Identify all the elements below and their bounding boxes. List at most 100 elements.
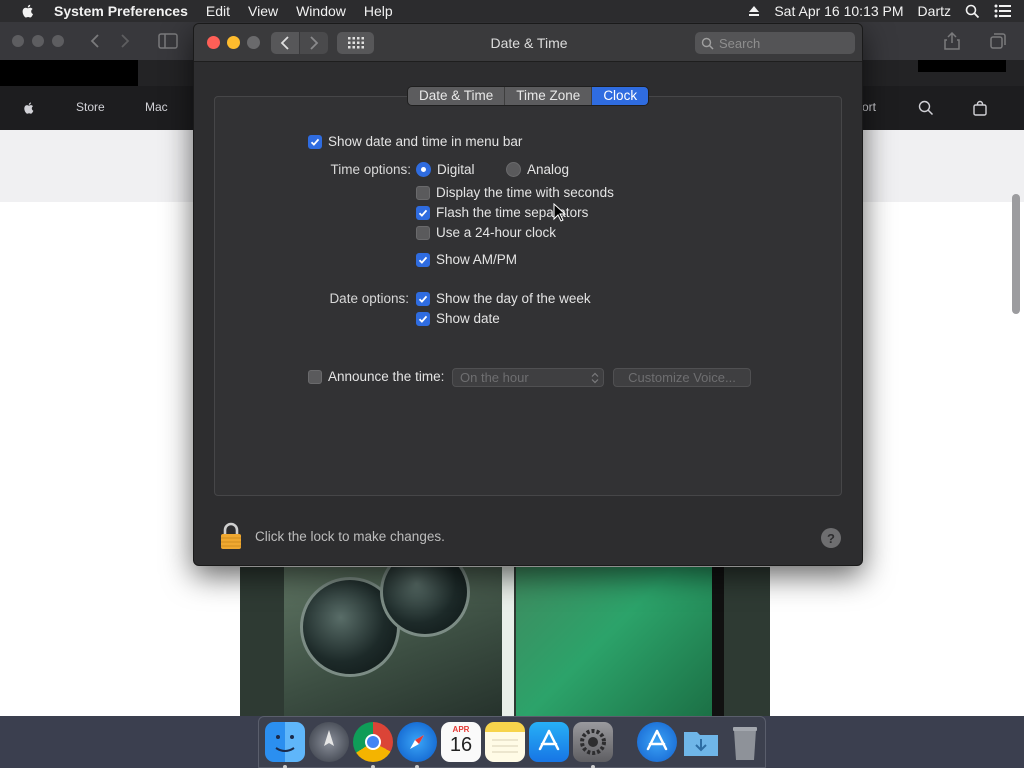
menu-view[interactable]: View [248,3,278,19]
nav-store-link[interactable]: Store [76,100,105,114]
app-store-icon[interactable] [529,722,569,762]
browser-back-icon[interactable] [86,32,106,50]
chevron-left-icon [280,36,289,50]
applications-folder-icon[interactable] [637,722,677,762]
lock-row[interactable]: Click the lock to make changes. [219,522,445,550]
screen-panel [516,567,712,724]
announce-time-option[interactable]: Announce the time: [308,369,444,384]
show-date-checkbox[interactable] [416,311,430,326]
show-all-button[interactable] [337,32,374,54]
nav-search-icon[interactable] [918,100,934,116]
downloads-folder-icon[interactable] [681,722,721,762]
lock-icon[interactable] [219,522,243,550]
time-options-label: Time options: [330,162,411,177]
hour24-option[interactable]: Use a 24-hour clock [416,225,556,240]
calendar-icon[interactable]: APR 16 [441,722,481,762]
tab-date-time[interactable]: Date & Time [408,87,506,105]
digital-label: Digital [437,162,475,177]
seconds-option[interactable]: Display the time with seconds [416,185,614,200]
announce-interval-value: On the hour [460,370,529,385]
checkmark-icon [418,256,428,264]
menu-edit[interactable]: Edit [206,3,230,19]
spotlight-search-icon[interactable] [965,4,980,19]
tab-time-zone[interactable]: Time Zone [505,87,593,105]
launchpad-icon[interactable] [309,722,349,762]
seconds-checkbox[interactable] [416,185,430,200]
apple-menu-icon[interactable] [20,3,36,19]
calendar-day: 16 [449,734,473,756]
show-ampm-label: Show AM/PM [436,252,518,267]
show-date-option[interactable]: Show date [416,311,500,326]
menu-window[interactable]: Window [296,3,346,19]
day-of-week-checkbox[interactable] [416,291,430,306]
show-date-label: Show date [436,311,500,326]
menu-help[interactable]: Help [364,3,393,19]
trash-icon[interactable] [725,722,765,762]
flash-separators-checkbox[interactable] [416,205,430,220]
menubar-clock[interactable]: Sat Apr 16 10:13 PM [774,3,903,19]
show-in-menu-bar-label: Show date and time in menu bar [328,134,523,149]
chevron-right-icon [310,36,319,50]
promo-frame [712,567,724,724]
calendar-month: APR [452,725,470,734]
lock-message: Click the lock to make changes. [255,528,445,544]
browser-forward-icon[interactable] [114,32,134,50]
tab-block [0,60,138,86]
tab-clock[interactable]: Clock [592,87,649,105]
app-name-menu[interactable]: System Preferences [54,3,188,19]
forward-button[interactable] [300,32,328,54]
announce-interval-select[interactable]: On the hour [452,368,604,387]
grid-icon [347,37,364,49]
window-zoom-button[interactable] [247,36,260,49]
digital-radio[interactable] [416,162,431,177]
nav-bag-icon[interactable] [972,100,988,116]
browser-zoom-button[interactable] [52,35,64,47]
browser-close-button[interactable] [12,35,24,47]
digital-option[interactable]: Digital [416,162,475,177]
analog-radio[interactable] [506,162,521,177]
announce-time-checkbox[interactable] [308,369,322,384]
window-minimize-button[interactable] [227,36,240,49]
sidebar-toggle-icon[interactable] [158,33,178,49]
tab-overview-icon[interactable] [990,33,1006,49]
mouse-pointer-icon [553,203,567,222]
system-preferences-icon[interactable] [573,722,613,768]
show-in-menu-bar-option[interactable]: Show date and time in menu bar [308,134,522,149]
search-field[interactable] [695,32,855,54]
browser-scrollbar[interactable] [1012,194,1020,314]
share-icon[interactable] [944,32,960,50]
help-button[interactable]: ? [821,528,841,548]
apple-logo-icon[interactable] [22,100,36,116]
customize-voice-button[interactable]: Customize Voice... [613,368,751,387]
tab-block [918,60,1006,72]
safari-icon[interactable] [397,722,437,768]
checkmark-icon [310,138,320,146]
show-ampm-option[interactable]: Show AM/PM [416,252,517,267]
checkmark-icon [418,295,428,303]
back-button[interactable] [271,32,299,54]
menubar-user[interactable]: Dartz [918,3,951,19]
day-of-week-option[interactable]: Show the day of the week [416,291,591,306]
iphone-promo-image [240,567,770,724]
browser-minimize-button[interactable] [32,35,44,47]
search-icon [701,37,714,50]
hour24-label: Use a 24-hour clock [436,225,557,240]
hour24-checkbox[interactable] [416,225,430,240]
chrome-icon[interactable] [353,722,393,768]
analog-option[interactable]: Analog [506,162,569,177]
nav-support-link[interactable]: ort [862,100,876,114]
checkmark-icon [418,315,428,323]
dock: APR 16 [258,716,766,768]
show-in-menu-bar-checkbox[interactable] [308,134,322,149]
search-input[interactable] [719,35,854,51]
control-center-icon[interactable] [994,4,1012,18]
notes-icon[interactable] [485,722,525,762]
checkmark-icon [418,209,428,217]
nav-mac-link[interactable]: Mac [145,100,168,114]
show-ampm-checkbox[interactable] [416,252,430,267]
menu-bar: System Preferences Edit View Window Help… [0,0,1024,22]
eject-icon[interactable] [748,5,760,17]
stepper-chevrons-icon [591,372,599,384]
finder-icon[interactable] [265,722,305,768]
window-close-button[interactable] [207,36,220,49]
